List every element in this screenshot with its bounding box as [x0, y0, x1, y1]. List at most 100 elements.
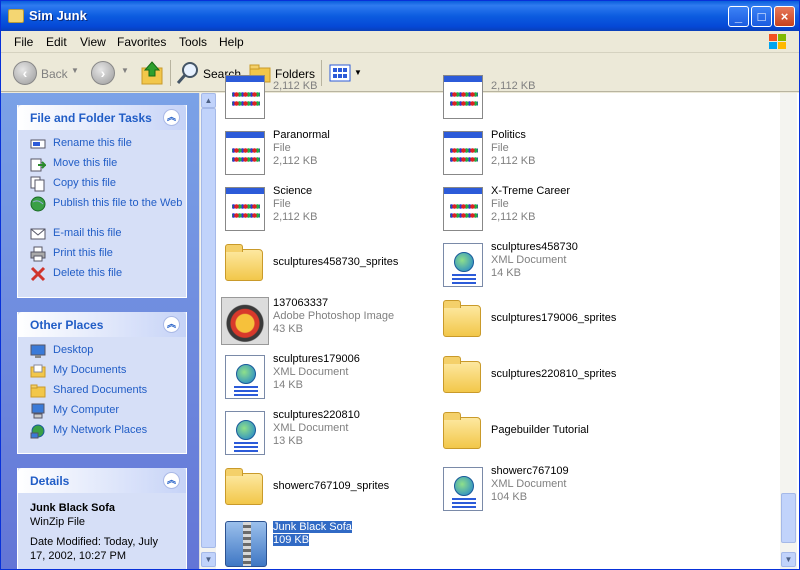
folder-icon	[439, 295, 487, 343]
left-pane-scrollbar[interactable]: ▲ ▼	[199, 93, 216, 569]
file-size: 43 KB	[273, 323, 303, 335]
scroll-thumb[interactable]	[201, 108, 216, 548]
title-bar[interactable]: Sim Junk _ □ ×	[1, 1, 799, 31]
exe-icon	[221, 71, 269, 119]
file-item[interactable]: sculptures458730 XML Document 14 KB	[439, 237, 649, 289]
forward-dropdown-icon[interactable]: ▼	[121, 66, 129, 75]
menu-bar: File Edit View Favorites Tools Help	[1, 31, 799, 53]
file-item[interactable]: Junk Black Sofa 109 KB	[221, 517, 431, 569]
shared-folder-icon	[30, 384, 46, 398]
file-item[interactable]: sculptures179006_sprites	[439, 293, 649, 345]
file-item[interactable]: sculptures220810 XML Document 13 KB	[221, 405, 431, 457]
file-name: showerc767109	[491, 465, 569, 477]
file-item[interactable]: showerc767109_sprites	[221, 461, 431, 513]
xml-icon	[221, 351, 269, 399]
scroll-down-icon[interactable]: ▼	[201, 552, 216, 567]
folder-icon	[439, 351, 487, 399]
file-type: File	[491, 198, 509, 210]
globe-icon	[30, 196, 46, 212]
file-item[interactable]: X-Treme Career File 2,112 KB	[439, 181, 649, 233]
file-name: Junk Black Sofa	[273, 521, 352, 533]
file-item[interactable]: Pagebuilder Tutorial	[439, 405, 649, 457]
delete-x-icon	[30, 266, 46, 282]
file-item[interactable]: sculptures458730_sprites	[221, 237, 431, 289]
copy-file-link[interactable]: Copy this file	[18, 176, 186, 196]
file-item[interactable]: Politics File 2,112 KB	[439, 125, 649, 177]
file-item[interactable]: Science File 2,112 KB	[221, 181, 431, 233]
rename-icon	[30, 139, 46, 149]
move-file-link[interactable]: Move this file	[18, 156, 186, 176]
my-network-places-link[interactable]: My Network Places	[18, 423, 186, 443]
scroll-up-icon[interactable]: ▲	[201, 93, 216, 108]
shared-documents-link[interactable]: Shared Documents	[18, 383, 186, 403]
my-documents-link[interactable]: My Documents	[18, 363, 186, 383]
folder-icon	[221, 463, 269, 511]
file-name: sculptures458730	[491, 241, 578, 253]
back-dropdown-icon[interactable]: ▼	[71, 66, 79, 75]
maximize-button[interactable]: □	[751, 6, 772, 27]
panel-header[interactable]: Other Places ︽	[18, 312, 186, 337]
menu-help[interactable]: Help	[219, 35, 244, 49]
my-computer-link[interactable]: My Computer	[18, 403, 186, 423]
file-item[interactable]: Paranormal File 2,112 KB	[221, 125, 431, 177]
up-folder-icon[interactable]	[140, 60, 164, 86]
file-item[interactable]: sculptures220810_sprites	[439, 349, 649, 401]
xml-icon	[439, 239, 487, 287]
scroll-up-icon[interactable]	[781, 93, 796, 108]
windows-logo-icon	[769, 34, 786, 49]
menu-favorites[interactable]: Favorites	[117, 35, 166, 49]
folder-icon	[8, 9, 24, 23]
desktop-icon	[30, 344, 46, 358]
xml-icon	[221, 407, 269, 455]
panel-header[interactable]: Details ︽	[18, 468, 186, 493]
file-name: Science	[273, 185, 313, 197]
back-arrow-icon[interactable]: ‹	[13, 61, 37, 85]
exe-icon	[439, 127, 487, 175]
email-file-link[interactable]: E-mail this file	[18, 226, 186, 246]
panel-title: File and Folder Tasks	[30, 111, 152, 125]
panel-header[interactable]: File and Folder Tasks ︽	[18, 105, 186, 130]
exe-icon	[439, 71, 487, 119]
file-name: sculptures179006	[273, 353, 360, 365]
minimize-button[interactable]: _	[728, 6, 749, 27]
exe-icon	[221, 127, 269, 175]
file-type: Adobe Photoshop Image	[273, 310, 395, 322]
delete-file-link[interactable]: Delete this file	[18, 266, 186, 286]
file-name: sculptures458730_sprites	[273, 256, 399, 268]
folder-icon	[221, 239, 269, 287]
explorer-window: Sim Junk _ □ × File Edit View Favorites …	[0, 0, 800, 570]
scroll-thumb[interactable]	[781, 493, 796, 543]
rename-file-link[interactable]: Rename this file	[18, 136, 186, 156]
menu-view[interactable]: View	[80, 35, 106, 49]
menu-tools[interactable]: Tools	[179, 35, 207, 49]
file-item[interactable]: 137063337 Adobe Photoshop Image 43 KB	[221, 293, 431, 345]
file-item[interactable]: sculptures179006 XML Document 14 KB	[221, 349, 431, 401]
folder-icon	[439, 407, 487, 455]
search-icon[interactable]	[176, 61, 200, 85]
file-type: File	[491, 142, 509, 154]
scroll-down-icon[interactable]: ▼	[781, 552, 796, 567]
menu-edit[interactable]: Edit	[46, 35, 67, 49]
file-item[interactable]: 2,112 KB	[439, 69, 649, 121]
window-title: Sim Junk	[29, 8, 87, 23]
menu-file[interactable]: File	[14, 35, 33, 49]
collapse-chevron-icon[interactable]: ︽	[163, 316, 180, 333]
file-type: XML Document	[273, 422, 349, 434]
details-file-type: WinZip File	[30, 516, 86, 528]
forward-arrow-icon[interactable]: ›	[91, 61, 115, 85]
panel-title: Details	[30, 474, 70, 488]
file-item[interactable]: showerc767109 XML Document 104 KB	[439, 461, 649, 513]
file-name: sculptures179006_sprites	[491, 312, 617, 324]
back-button[interactable]: Back	[41, 67, 68, 81]
file-size: 104 KB	[491, 491, 528, 503]
file-list-scrollbar[interactable]: ▼	[780, 93, 797, 569]
file-item[interactable]: 2,112 KB	[221, 69, 431, 121]
print-file-link[interactable]: Print this file	[18, 246, 186, 266]
move-icon	[30, 158, 46, 172]
collapse-chevron-icon[interactable]: ︽	[163, 109, 180, 126]
close-button[interactable]: ×	[774, 6, 795, 27]
collapse-chevron-icon[interactable]: ︽	[163, 472, 180, 489]
desktop-link[interactable]: Desktop	[18, 343, 186, 363]
publish-web-link[interactable]: Publish this file to the Web	[18, 196, 186, 226]
file-folder-tasks-panel: File and Folder Tasks ︽ Rename this file…	[17, 105, 187, 298]
